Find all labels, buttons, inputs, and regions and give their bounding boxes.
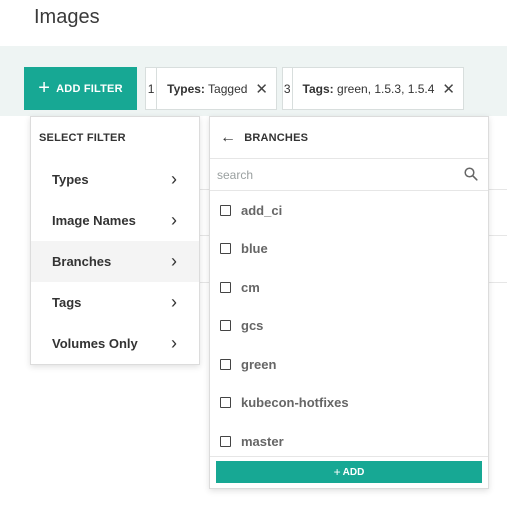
- branch-option[interactable]: kubecon-hotfixes: [210, 384, 488, 423]
- checkbox[interactable]: [220, 243, 231, 255]
- filter-option-label: Branches: [52, 254, 112, 269]
- branch-option[interactable]: cm: [210, 268, 488, 307]
- branches-footer: + ADD: [210, 456, 488, 488]
- select-filter-menu: SELECT FILTER Types › Image Names › Bran…: [30, 116, 200, 365]
- checkbox[interactable]: [220, 397, 231, 409]
- arrow-left-icon[interactable]: ←: [220, 129, 236, 147]
- branch-label: green: [241, 356, 277, 372]
- branch-option[interactable]: add_ci: [210, 191, 488, 230]
- branch-search: [210, 159, 488, 191]
- filter-chip-label: Types:: [167, 81, 205, 96]
- chevron-right-icon: ›: [171, 251, 177, 271]
- filter-chip-value: Tagged: [208, 81, 248, 96]
- filter-option-label: Volumes Only: [52, 336, 138, 351]
- branch-option[interactable]: green: [210, 345, 488, 384]
- filter-chip-label: Tags:: [302, 81, 334, 96]
- branch-label: gcs: [241, 318, 264, 334]
- branch-label: master: [241, 433, 284, 449]
- add-filter-button[interactable]: + ADD FILTER: [24, 67, 137, 110]
- branch-option[interactable]: gcs: [210, 307, 488, 346]
- chevron-right-icon: ›: [171, 292, 177, 312]
- select-filter-title: SELECT FILTER: [39, 132, 126, 144]
- branches-title: BRANCHES: [244, 131, 309, 144]
- checkbox[interactable]: [220, 281, 231, 293]
- close-icon[interactable]: ✕: [255, 80, 268, 98]
- filter-option-volumes-only[interactable]: Volumes Only ›: [31, 323, 199, 364]
- chevron-right-icon: ›: [171, 169, 177, 189]
- filter-chip-types[interactable]: 1 Types: Tagged ✕: [145, 67, 277, 110]
- checkbox[interactable]: [220, 358, 231, 370]
- add-label: ADD: [342, 466, 365, 478]
- filter-option-label: Tags: [52, 295, 82, 310]
- close-icon[interactable]: ✕: [442, 80, 455, 98]
- search-icon[interactable]: [464, 167, 478, 186]
- branches-header: ← BRANCHES: [210, 117, 488, 159]
- checkbox[interactable]: [220, 204, 231, 216]
- branch-label: blue: [241, 241, 268, 257]
- page-header: Images: [0, 0, 507, 46]
- filter-chip-text: Types: Tagged: [167, 82, 247, 96]
- page-title: Images: [34, 6, 100, 28]
- add-button[interactable]: + ADD: [216, 461, 482, 483]
- filter-option-label: Types: [52, 172, 89, 187]
- branch-option[interactable]: blue: [210, 230, 488, 269]
- branch-option[interactable]: master: [210, 422, 488, 461]
- search-input[interactable]: [210, 159, 488, 190]
- filter-option-tags[interactable]: Tags ›: [31, 282, 199, 323]
- branches-panel: ← BRANCHES add_ci blue cm gcs green kube…: [209, 116, 489, 489]
- chevron-right-icon: ›: [171, 210, 177, 230]
- plus-icon: +: [333, 465, 341, 479]
- plus-icon: +: [38, 76, 51, 99]
- branch-label: cm: [241, 279, 260, 295]
- checkbox[interactable]: [220, 320, 231, 332]
- filter-option-types[interactable]: Types ›: [31, 159, 199, 200]
- filter-chip-value: green, 1.5.3, 1.5.4: [337, 81, 435, 96]
- checkbox[interactable]: [220, 435, 231, 447]
- chevron-right-icon: ›: [171, 333, 177, 353]
- branch-label: kubecon-hotfixes: [241, 395, 349, 411]
- add-filter-label: ADD FILTER: [56, 82, 123, 95]
- filter-option-label: Image Names: [52, 213, 136, 228]
- branch-label: add_ci: [241, 202, 283, 218]
- filter-option-branches[interactable]: Branches ›: [31, 241, 199, 282]
- filter-chip-text: Tags: green, 1.5.3, 1.5.4: [303, 82, 435, 96]
- filter-option-image-names[interactable]: Image Names ›: [31, 200, 199, 241]
- filter-chip-index: 1: [146, 68, 158, 109]
- filter-chip-tags[interactable]: 3 Tags: green, 1.5.3, 1.5.4 ✕: [282, 67, 464, 110]
- filter-chip-index: 3: [283, 68, 293, 109]
